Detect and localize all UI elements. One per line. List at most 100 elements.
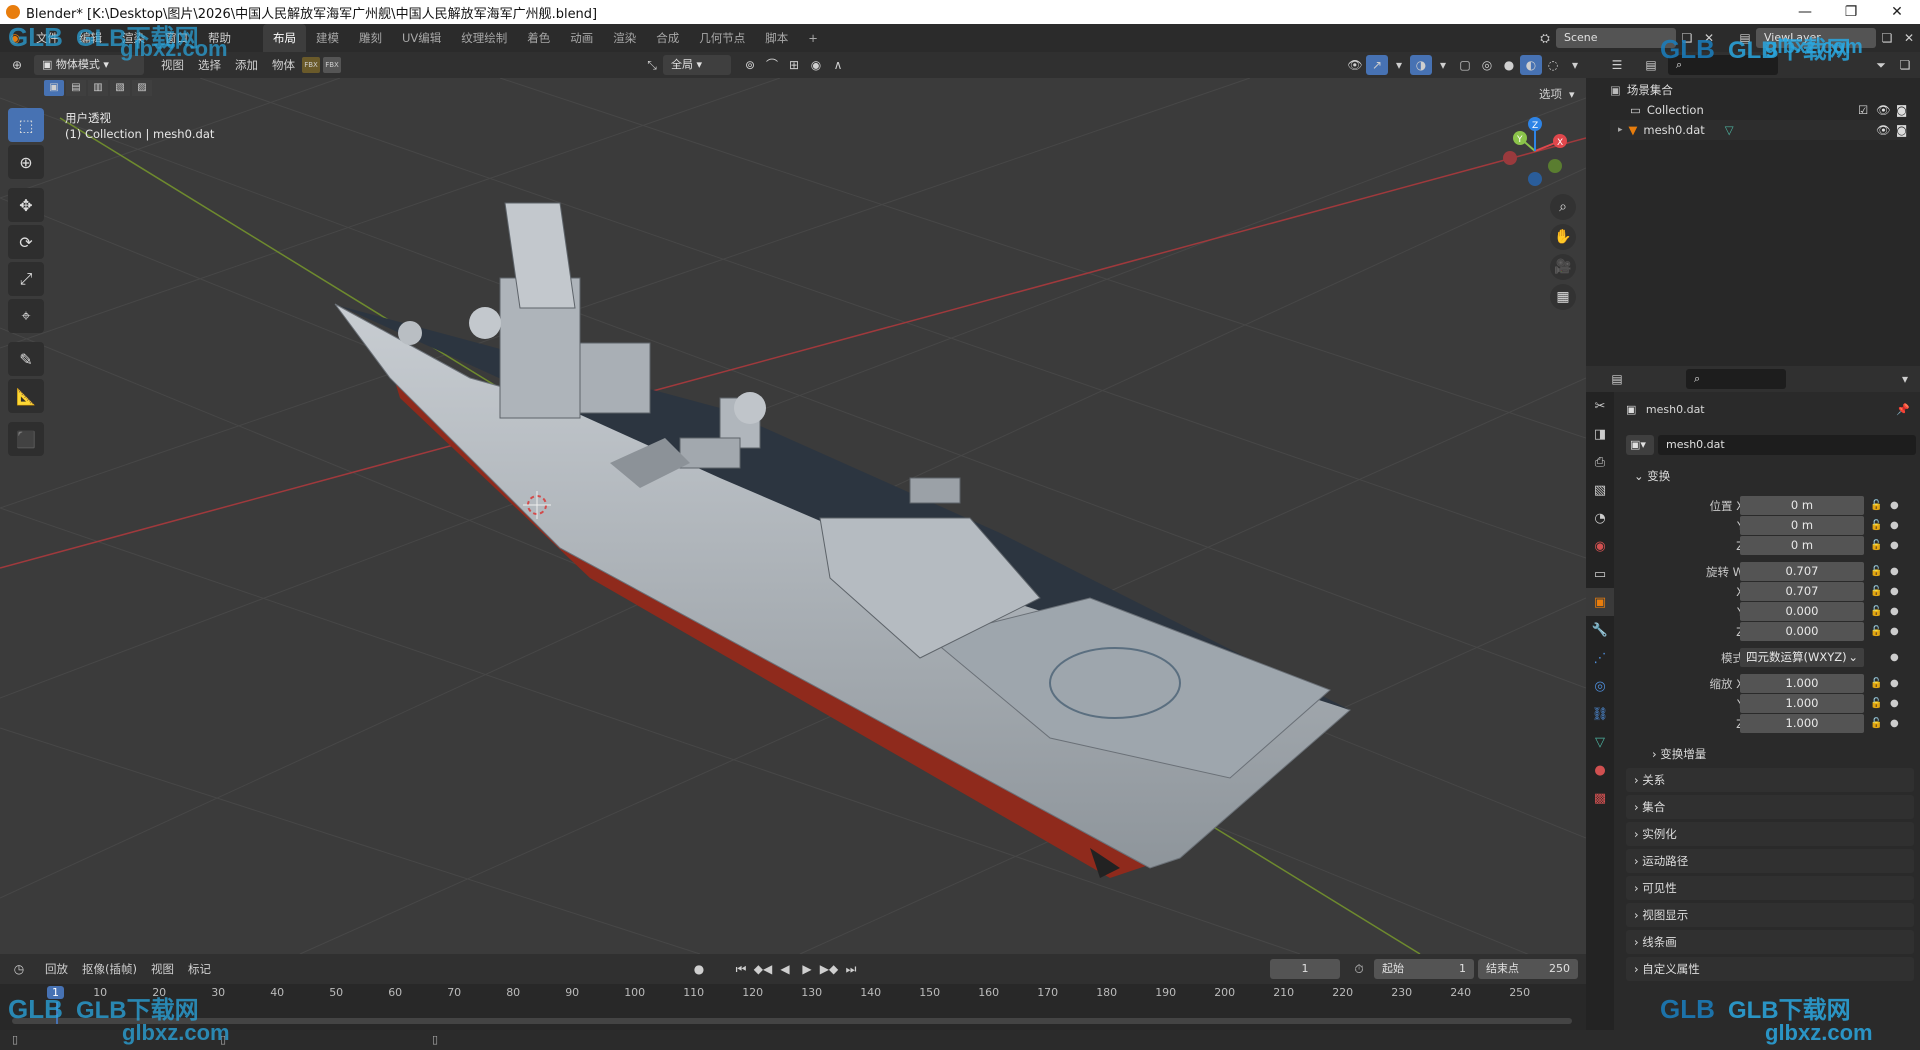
- menu-add[interactable]: 添加: [228, 55, 265, 75]
- mesh-data-icon[interactable]: ▽: [1725, 120, 1734, 140]
- close-button[interactable]: ✕: [1874, 0, 1920, 24]
- select-invert-icon[interactable]: ▧: [110, 80, 130, 96]
- annotate-tool-icon[interactable]: ✎: [8, 342, 44, 376]
- collection-tab-icon[interactable]: ▭: [1586, 560, 1614, 588]
- datablock-name-input[interactable]: mesh0.dat: [1658, 435, 1916, 455]
- select-intersect-icon[interactable]: ▨: [132, 80, 152, 96]
- menu-playback[interactable]: 回放: [38, 959, 75, 979]
- properties-editor-type-icon[interactable]: ▤: [1606, 369, 1628, 389]
- minimize-button[interactable]: —: [1782, 0, 1828, 24]
- start-frame-field[interactable]: 起始 1: [1374, 959, 1474, 979]
- lock-icon[interactable]: 🔓: [1870, 536, 1882, 556]
- keyframe-dot-icon[interactable]: ●: [1890, 602, 1899, 622]
- workspace-tab-geometry-nodes[interactable]: 几何节点: [689, 24, 755, 52]
- xray-icon[interactable]: ▢: [1454, 55, 1476, 75]
- 3d-viewport[interactable]: 用户透视 (1) Collection | mesh0.dat 选项 ▾ X Y …: [0, 78, 1586, 954]
- lock-icon[interactable]: 🔓: [1870, 496, 1882, 516]
- keyframe-dot-icon[interactable]: ●: [1890, 714, 1899, 734]
- delete-view-layer-icon[interactable]: ✕: [1898, 28, 1920, 48]
- rotation-mode-dropdown[interactable]: 四元数运算(WXYZ) ⌄: [1740, 648, 1864, 667]
- location-x-field[interactable]: 0 m: [1740, 496, 1864, 515]
- play-reverse-icon[interactable]: ◀: [774, 959, 796, 979]
- transform-orientation-selector[interactable]: 全局 ▾: [663, 55, 731, 75]
- eye-icon[interactable]: 👁: [1876, 120, 1891, 140]
- visibility-icon[interactable]: 👁: [1344, 55, 1366, 75]
- workspace-tab-animation[interactable]: 动画: [560, 24, 603, 52]
- keyframe-dot-icon[interactable]: ●: [1890, 516, 1899, 536]
- keyframe-dot-icon[interactable]: ●: [1890, 536, 1899, 556]
- menu-keying[interactable]: 抠像(插帧): [75, 959, 144, 979]
- outliner-editor-type-icon[interactable]: ☰: [1606, 55, 1628, 75]
- properties-options-icon[interactable]: ▾: [1894, 369, 1916, 389]
- pan-hand-icon[interactable]: ✋: [1550, 224, 1576, 250]
- panel-instancing[interactable]: › 实例化: [1626, 822, 1914, 846]
- transform-orientation-icon[interactable]: ⤡: [641, 55, 663, 75]
- rendered-shading-icon[interactable]: ◌: [1542, 55, 1564, 75]
- output-tab-icon[interactable]: ⎙: [1586, 448, 1614, 476]
- proportional-editing-icon[interactable]: ◉: [805, 55, 827, 75]
- modifier-tab-icon[interactable]: 🔧: [1586, 616, 1614, 644]
- lock-icon[interactable]: 🔓: [1870, 622, 1882, 642]
- wireframe-shading-icon[interactable]: ◎: [1476, 55, 1498, 75]
- keyframe-dot-icon[interactable]: ●: [1890, 674, 1899, 694]
- tool-tab-icon[interactable]: ✂: [1586, 392, 1614, 420]
- options-dropdown[interactable]: 选项 ▾: [1532, 84, 1584, 106]
- rotate-tool-icon[interactable]: ⟳: [8, 225, 44, 259]
- snap-icon[interactable]: ⌒: [761, 55, 783, 75]
- expand-arrow-icon[interactable]: ▸: [1618, 120, 1623, 140]
- workspace-tab-texture-paint[interactable]: 纹理绘制: [451, 24, 517, 52]
- overlays-options-icon[interactable]: ▾: [1432, 55, 1454, 75]
- scene-icon[interactable]: ⛭: [1534, 28, 1556, 48]
- fbx-export-icon[interactable]: FBX: [323, 57, 341, 73]
- add-cube-tool-icon[interactable]: ⬛: [8, 422, 44, 456]
- jump-end-icon[interactable]: ⏭: [840, 959, 862, 979]
- workspace-tab-compositing[interactable]: 合成: [646, 24, 689, 52]
- lock-icon[interactable]: 🔓: [1870, 516, 1882, 536]
- panel-viewport-display[interactable]: › 视图显示: [1626, 903, 1914, 927]
- world-tab-icon[interactable]: ◉: [1586, 532, 1614, 560]
- location-y-field[interactable]: 0 m: [1740, 516, 1864, 535]
- keyframe-dot-icon[interactable]: ●: [1890, 582, 1899, 602]
- stopwatch-icon[interactable]: ⏱: [1348, 959, 1370, 979]
- play-icon[interactable]: ▶: [796, 959, 818, 979]
- keyframe-dot-icon[interactable]: ●: [1890, 496, 1899, 516]
- lock-icon[interactable]: 🔓: [1870, 562, 1882, 582]
- render-camera-icon[interactable]: ◙: [1896, 120, 1907, 140]
- keyframe-dot-icon[interactable]: ●: [1890, 562, 1899, 582]
- select-extend-icon[interactable]: ▤: [66, 80, 86, 96]
- datablock-type-dropdown[interactable]: ▣▾: [1626, 435, 1654, 455]
- rotation-z-field[interactable]: 0.000: [1740, 622, 1864, 641]
- move-tool-icon[interactable]: ✥: [8, 188, 44, 222]
- copy-view-layer-icon[interactable]: ❏: [1876, 28, 1898, 48]
- panel-visibility[interactable]: › 可见性: [1626, 876, 1914, 900]
- select-box-tool-icon[interactable]: ⬚: [8, 108, 44, 142]
- object-tab-icon[interactable]: ▣: [1586, 588, 1614, 616]
- scale-x-field[interactable]: 1.000: [1740, 674, 1864, 693]
- transform-panel-header[interactable]: ⌄ 变换: [1626, 464, 1914, 488]
- workspace-tab-sculpting[interactable]: 雕刻: [349, 24, 392, 52]
- cursor-tool-icon[interactable]: ⊕: [8, 145, 44, 179]
- physics-tab-icon[interactable]: ◎: [1586, 672, 1614, 700]
- properties-search-input[interactable]: ⌕: [1686, 369, 1786, 389]
- lock-icon[interactable]: 🔓: [1870, 694, 1882, 714]
- workspace-tab-uv-editing[interactable]: UV编辑: [392, 24, 451, 52]
- workspace-tab-layout[interactable]: 布局: [263, 24, 306, 52]
- keyframe-dot-icon[interactable]: ●: [1890, 648, 1899, 668]
- lock-icon[interactable]: 🔓: [1870, 674, 1882, 694]
- shading-options-icon[interactable]: ▾: [1564, 55, 1586, 75]
- outliner-scene-collection[interactable]: ▣ 场景集合: [1610, 80, 1910, 100]
- navigation-gizmo[interactable]: X Y Z: [1500, 116, 1570, 186]
- workspace-tab-rendering[interactable]: 渲染: [603, 24, 646, 52]
- menu-timeline-view[interactable]: 视图: [144, 959, 181, 979]
- lock-icon[interactable]: 🔓: [1870, 714, 1882, 734]
- lock-icon[interactable]: 🔓: [1870, 582, 1882, 602]
- display-mode-icon[interactable]: ▤: [1640, 55, 1662, 75]
- timeline-editor-type-icon[interactable]: ◷: [8, 959, 30, 979]
- panel-relations[interactable]: › 关系: [1626, 768, 1914, 792]
- solid-shading-icon[interactable]: ●: [1498, 55, 1520, 75]
- material-tab-icon[interactable]: ●: [1586, 756, 1614, 784]
- outliner-item-collection[interactable]: ▭ Collection ☑ 👁 ◙: [1610, 100, 1910, 120]
- zoom-icon[interactable]: ⌕: [1550, 194, 1576, 220]
- panel-motion-paths[interactable]: › 运动路径: [1626, 849, 1914, 873]
- material-preview-shading-icon[interactable]: ◐: [1520, 55, 1542, 75]
